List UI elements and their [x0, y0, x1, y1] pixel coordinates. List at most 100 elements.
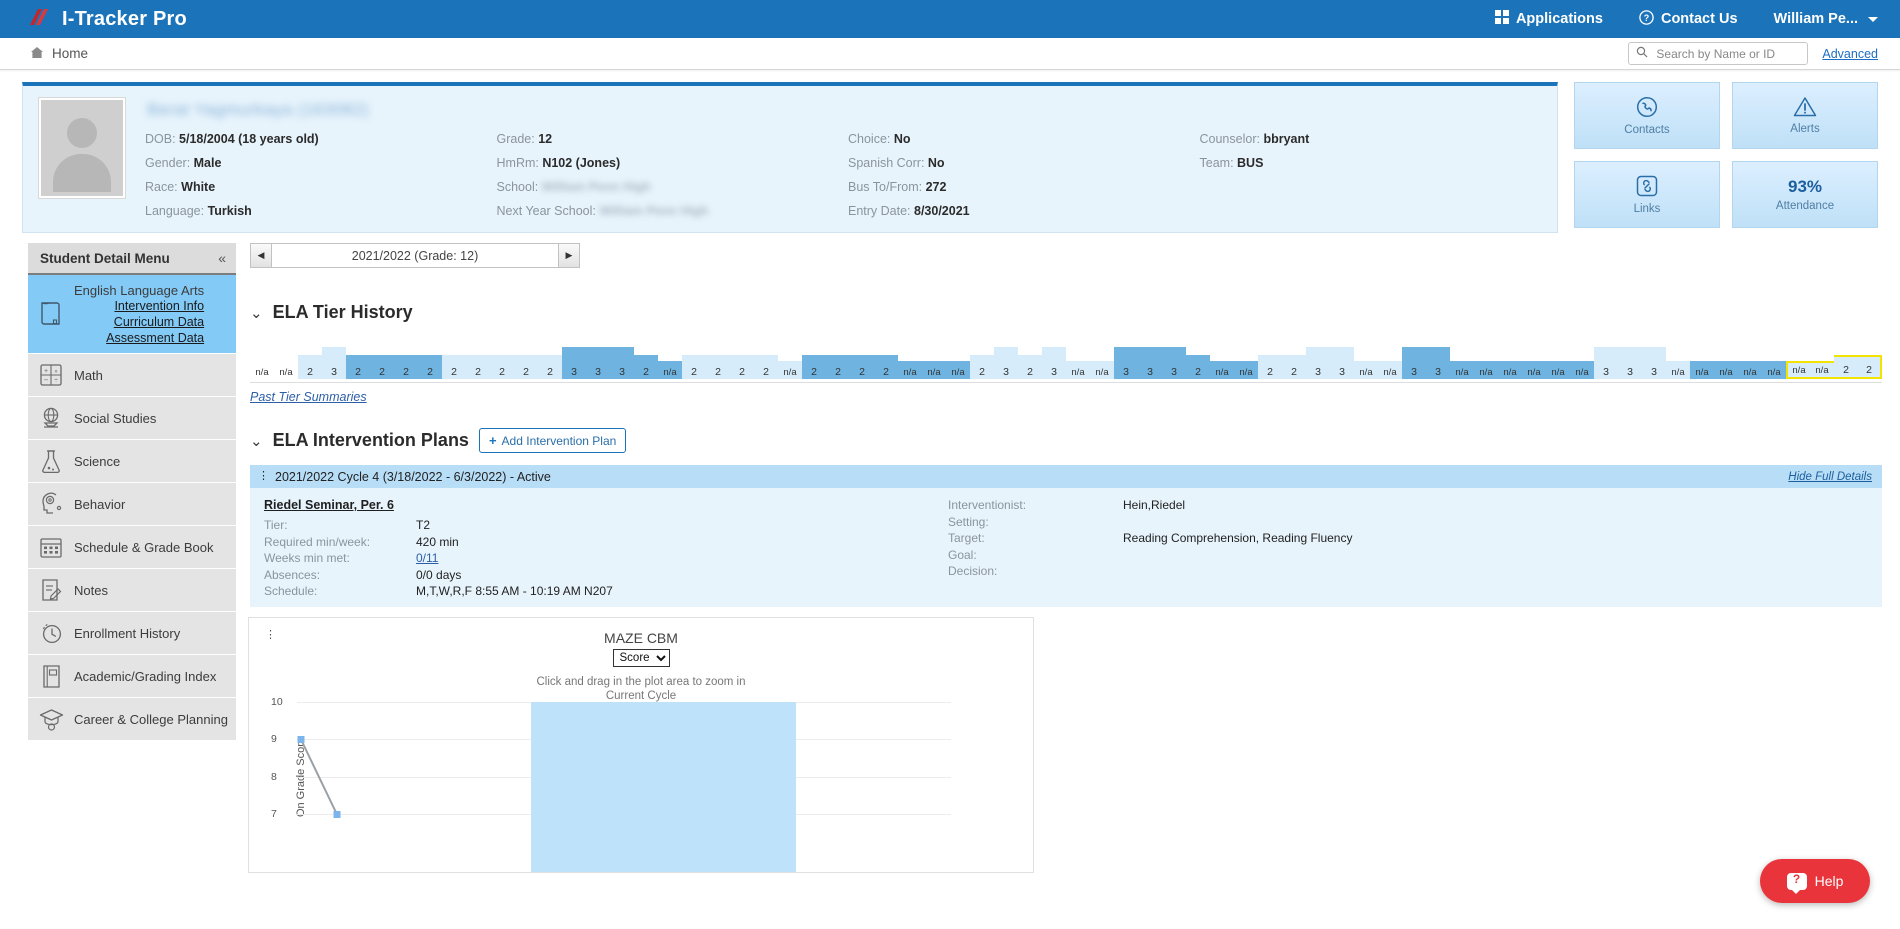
- past-tier-summaries-link[interactable]: Past Tier Summaries: [250, 390, 367, 404]
- tier-cell[interactable]: 3: [994, 347, 1018, 379]
- tier-cell[interactable]: 2: [346, 355, 370, 379]
- tier-cell[interactable]: n/a: [1234, 361, 1258, 379]
- chart-metric-select[interactable]: Score: [612, 648, 670, 667]
- tile-links[interactable]: Links: [1574, 161, 1720, 228]
- tier-cell[interactable]: 3: [610, 347, 634, 379]
- tier-cell[interactable]: 2: [442, 355, 466, 379]
- tier-cell[interactable]: 3: [1594, 347, 1618, 379]
- plan-detail-value[interactable]: 0/11: [416, 551, 438, 567]
- tile-alerts[interactable]: Alerts: [1732, 82, 1878, 149]
- tier-cell[interactable]: n/a: [1690, 361, 1714, 379]
- sidebar-item-career-college-planning[interactable]: Career & College Planning: [28, 698, 236, 741]
- sidebar-item-notes[interactable]: Notes: [28, 569, 236, 612]
- tier-cell[interactable]: 2: [1282, 355, 1306, 379]
- tier-cell[interactable]: 2: [754, 355, 778, 379]
- chart-options-icon[interactable]: ⋮: [265, 629, 276, 641]
- breadcrumb-home[interactable]: Home: [30, 46, 88, 62]
- sidebar-item-science[interactable]: Science: [28, 440, 236, 483]
- advanced-search-link[interactable]: Advanced: [1822, 47, 1878, 61]
- tier-cell[interactable]: 2: [1258, 355, 1282, 379]
- tier-cell[interactable]: 2: [634, 355, 658, 379]
- chart-plot-area[interactable]: On Grade Score 10 9 8 7: [271, 696, 951, 872]
- tier-cell[interactable]: n/a: [1666, 361, 1690, 379]
- brand[interactable]: I-Tracker Pro: [26, 7, 187, 31]
- applications-menu[interactable]: Applications: [1494, 10, 1603, 28]
- tier-cell[interactable]: 2: [874, 355, 898, 379]
- tier-cell[interactable]: n/a: [1546, 361, 1570, 379]
- tier-cell[interactable]: 2: [802, 355, 826, 379]
- tier-cell[interactable]: n/a: [274, 365, 298, 379]
- tier-cell[interactable]: n/a: [1354, 361, 1378, 379]
- help-button[interactable]: ? Help: [1760, 859, 1870, 903]
- tier-cell[interactable]: n/a: [1570, 361, 1594, 379]
- tier-cell[interactable]: 3: [1618, 347, 1642, 379]
- tier-cell[interactable]: 2: [514, 355, 538, 379]
- tier-cell[interactable]: 3: [1114, 347, 1138, 379]
- tier-cell[interactable]: n/a: [1090, 361, 1114, 379]
- tier-cell[interactable]: 3: [1642, 347, 1666, 379]
- tier-cell[interactable]: 3: [1306, 347, 1330, 379]
- tier-cell[interactable]: n/a: [1498, 361, 1522, 379]
- tier-cell[interactable]: 2: [1186, 355, 1210, 379]
- tier-cell[interactable]: 2: [466, 355, 490, 379]
- search-input[interactable]: [1654, 45, 1801, 62]
- contact-us-link[interactable]: ? Contact Us: [1639, 9, 1738, 29]
- tier-cell[interactable]: 3: [1330, 347, 1354, 379]
- tier-cell[interactable]: 3: [322, 347, 346, 379]
- sidebar-sublink-intervention-info[interactable]: Intervention Info: [114, 299, 204, 313]
- sidebar-sublink-assessment-data[interactable]: Assessment Data: [106, 331, 204, 345]
- tier-cell[interactable]: 2: [370, 355, 394, 379]
- tier-cell[interactable]: 3: [1402, 347, 1426, 379]
- collapse-menu-icon[interactable]: «: [218, 250, 226, 266]
- tier-cell[interactable]: 2: [682, 355, 706, 379]
- tier-cell[interactable]: n/a: [1738, 361, 1762, 379]
- tier-cell[interactable]: n/a: [1210, 361, 1234, 379]
- tier-cell[interactable]: 2: [706, 355, 730, 379]
- plan-name[interactable]: Riedel Seminar, Per. 6: [264, 498, 914, 512]
- tier-cell[interactable]: n/a: [1714, 361, 1738, 379]
- tier-cell[interactable]: 3: [562, 347, 586, 379]
- tier-cell[interactable]: 3: [1162, 347, 1186, 379]
- tier-cell[interactable]: 2: [1858, 355, 1882, 379]
- chevron-down-icon[interactable]: ⌄: [250, 432, 263, 450]
- sidebar-item-social-studies[interactable]: Social Studies: [28, 397, 236, 440]
- tile-attendance[interactable]: 93% Attendance: [1732, 161, 1878, 228]
- tier-cell[interactable]: n/a: [1810, 361, 1834, 379]
- tier-cell[interactable]: n/a: [1786, 361, 1810, 379]
- tier-cell[interactable]: n/a: [922, 361, 946, 379]
- tier-cell[interactable]: 2: [730, 355, 754, 379]
- tier-cell[interactable]: 2: [394, 355, 418, 379]
- plan-detail-link[interactable]: 0/11: [416, 551, 438, 565]
- tier-cell[interactable]: n/a: [1474, 361, 1498, 379]
- sidebar-item-enrollment-history[interactable]: Enrollment History: [28, 612, 236, 655]
- tier-cell[interactable]: n/a: [1522, 361, 1546, 379]
- user-menu[interactable]: William Pe...: [1774, 11, 1878, 27]
- chevron-down-icon[interactable]: ⌄: [250, 304, 263, 322]
- tier-cell[interactable]: 2: [1834, 355, 1858, 379]
- sidebar-item-schedule-grade-book[interactable]: Schedule & Grade Book: [28, 526, 236, 569]
- tier-cell[interactable]: n/a: [250, 365, 274, 379]
- tier-cell[interactable]: 2: [538, 355, 562, 379]
- tier-cell[interactable]: n/a: [1378, 361, 1402, 379]
- plan-options-icon[interactable]: ⋮: [258, 471, 269, 482]
- tier-cell[interactable]: 3: [1138, 347, 1162, 379]
- prev-year-button[interactable]: ◀: [250, 243, 272, 268]
- tier-cell[interactable]: 2: [826, 355, 850, 379]
- tier-cell[interactable]: n/a: [778, 361, 802, 379]
- sidebar-item-behavior[interactable]: Behavior: [28, 483, 236, 526]
- tier-cell[interactable]: 2: [970, 355, 994, 379]
- tier-cell[interactable]: n/a: [658, 361, 682, 379]
- next-year-button[interactable]: ▶: [558, 243, 580, 268]
- tier-cell[interactable]: 2: [418, 355, 442, 379]
- add-intervention-plan-button[interactable]: + Add Intervention Plan: [478, 428, 627, 453]
- tier-cell[interactable]: 2: [298, 355, 322, 379]
- tier-cell[interactable]: 3: [586, 347, 610, 379]
- tier-cell[interactable]: 3: [1042, 347, 1066, 379]
- hide-full-details-link[interactable]: Hide Full Details: [1788, 471, 1872, 483]
- tier-cell[interactable]: n/a: [1762, 361, 1786, 379]
- chart-data-point[interactable]: [333, 810, 341, 818]
- tier-cell[interactable]: n/a: [1450, 361, 1474, 379]
- tier-cell[interactable]: 2: [850, 355, 874, 379]
- sidebar-item-math[interactable]: + × − ÷ Math: [28, 354, 236, 397]
- tier-cell[interactable]: 2: [490, 355, 514, 379]
